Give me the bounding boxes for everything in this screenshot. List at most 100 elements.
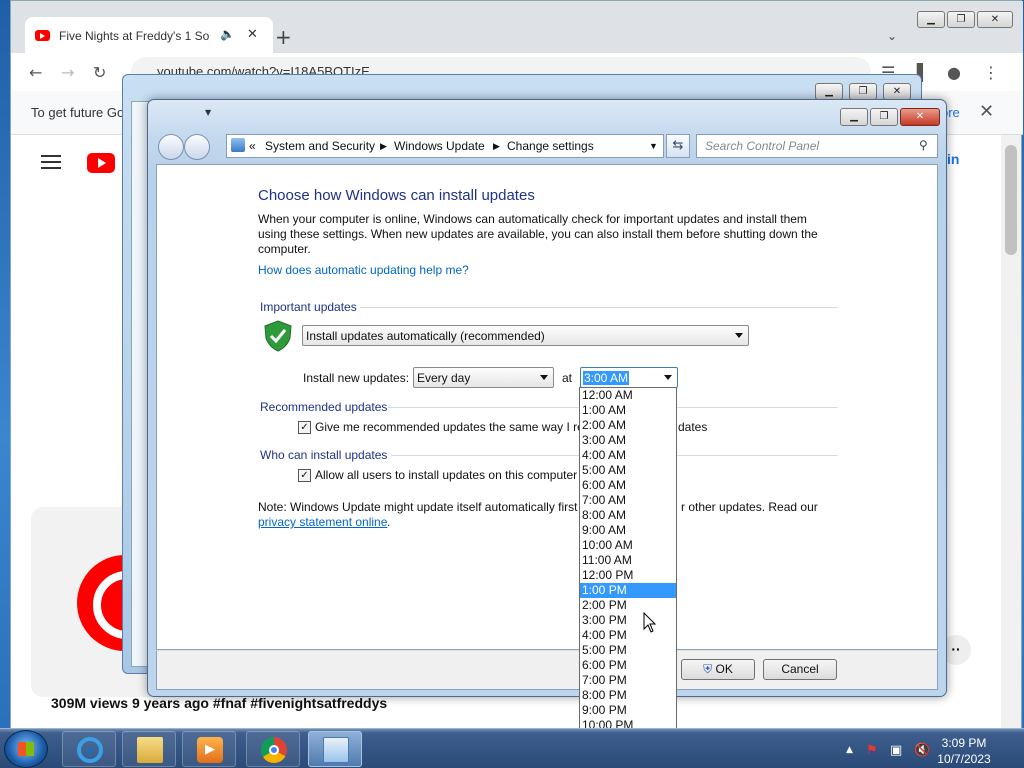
clock-date: 10/7/2023 [937, 752, 991, 766]
system-tray: ▲ ⚑ ▣ 🔇 3:09 PM 10/7/2023 [842, 733, 1022, 767]
page-scrollbar[interactable] [1001, 135, 1021, 729]
divider [360, 307, 838, 308]
video-meta: 309M views 9 years ago #fnaf #fivenights… [51, 695, 388, 711]
minimize-icon[interactable]: ▁ [815, 83, 843, 100]
sign-in-button[interactable]: in [947, 151, 959, 167]
browser-tab[interactable]: Five Nights at Freddy's 1 Sor 🔈 ✕ [25, 17, 273, 53]
time-option[interactable]: 9:00 AM [580, 523, 676, 538]
breadcrumb-separator-icon[interactable]: ▶ [380, 141, 387, 152]
time-option[interactable]: 3:00 AM [580, 433, 676, 448]
profile-icon[interactable]: ● [947, 63, 961, 82]
tab-search-icon[interactable]: ⌄ [887, 29, 897, 43]
time-option[interactable]: 8:00 AM [580, 508, 676, 523]
breadcrumb-change-settings[interactable]: Change settings [507, 139, 594, 153]
folder-icon [137, 737, 163, 763]
info-bar-text: To get future Go [31, 105, 125, 120]
allow-all-users-label: Allow all users to install updates on th… [315, 468, 578, 482]
taskbar: e ▶ ▲ ⚑ ▣ 🔇 3:09 PM 10/7/2023 [0, 728, 1024, 768]
youtube-logo-icon[interactable] [87, 153, 115, 173]
help-link[interactable]: How does automatic updating help me? [258, 263, 469, 277]
mouse-cursor-icon [643, 612, 657, 633]
time-option[interactable]: 1:00 PM [580, 583, 676, 598]
show-hidden-icons-icon[interactable]: ▲ [846, 745, 853, 755]
close-icon[interactable]: ✕ [977, 11, 1013, 28]
close-tab-icon[interactable]: ✕ [247, 26, 258, 42]
time-option[interactable]: 10:00 AM [580, 538, 676, 553]
install-new-updates-label: Install new updates: [303, 371, 410, 385]
time-option[interactable]: 7:00 AM [580, 493, 676, 508]
privacy-link[interactable]: privacy statement online [258, 515, 387, 529]
minimize-icon[interactable]: ▁ [840, 108, 868, 126]
close-icon[interactable]: ✕ [883, 83, 911, 100]
time-option[interactable]: 2:00 AM [580, 418, 676, 433]
back-icon[interactable] [158, 134, 184, 160]
time-option[interactable]: 1:00 AM [580, 403, 676, 418]
forward-icon[interactable] [184, 134, 210, 160]
time-dropdown[interactable]: 3:00 AM [580, 367, 678, 388]
important-updates-dropdown[interactable]: Install updates automatically (recommend… [302, 325, 749, 346]
ok-button[interactable]: ⛨ OK [681, 659, 755, 680]
time-option[interactable]: 6:00 PM [580, 658, 676, 673]
day-dropdown[interactable]: Every day [413, 367, 554, 388]
minimize-icon[interactable]: ▁ [917, 11, 945, 28]
time-option[interactable]: 7:00 PM [580, 673, 676, 688]
time-option[interactable]: 11:00 AM [580, 553, 676, 568]
recent-pages-icon[interactable]: ▼ [205, 108, 211, 117]
breadcrumb-prefix: « [249, 139, 256, 153]
time-option[interactable]: 12:00 PM [580, 568, 676, 583]
recommended-checkbox[interactable]: ✓ [298, 421, 311, 434]
forward-icon[interactable]: → [61, 63, 74, 82]
time-option[interactable]: 5:00 AM [580, 463, 676, 478]
time-option[interactable]: 3:00 PM [580, 613, 676, 628]
address-dropdown-icon[interactable]: ▼ [649, 141, 658, 151]
close-icon[interactable]: ✕ [900, 108, 940, 126]
media-player-icon: ▶ [197, 737, 223, 763]
refresh-icon[interactable]: ⇆ [666, 134, 690, 158]
menu-icon[interactable]: ⋮ [983, 63, 999, 82]
time-option[interactable]: 4:00 AM [580, 448, 676, 463]
important-updates-value: Install updates automatically (recommend… [306, 329, 545, 343]
time-option[interactable]: 12:00 AM [580, 388, 676, 403]
scroll-thumb[interactable] [1005, 145, 1017, 255]
intro-text: When your computer is online, Windows ca… [258, 212, 818, 256]
time-option[interactable]: 8:00 PM [580, 688, 676, 703]
tab-strip: Five Nights at Freddy's 1 Sor 🔈 ✕ + ⌄ ▁ … [11, 1, 1023, 53]
hamburger-menu-icon[interactable] [41, 155, 61, 169]
restore-icon[interactable]: ❐ [947, 11, 975, 28]
breadcrumb-windows-update[interactable]: Windows Update [394, 139, 485, 153]
restore-icon[interactable]: ❐ [870, 108, 898, 126]
allow-all-users-checkbox[interactable]: ✓ [298, 469, 311, 482]
taskbar-chrome[interactable] [246, 731, 300, 767]
divider [388, 407, 581, 408]
speaker-icon[interactable]: 🔈 [220, 27, 235, 41]
taskbar-file-explorer[interactable] [122, 731, 176, 767]
restore-icon[interactable]: ❐ [849, 83, 877, 100]
search-icon[interactable]: ⚲ [919, 138, 928, 152]
time-option[interactable]: 9:00 PM [580, 703, 676, 718]
address-bar[interactable]: « System and Security ▶ Windows Update ▶… [226, 134, 664, 158]
divider [391, 455, 581, 456]
network-icon[interactable]: ▣ [890, 743, 902, 758]
reload-icon[interactable]: ↻ [93, 63, 106, 82]
time-option[interactable]: 6:00 AM [580, 478, 676, 493]
start-button[interactable] [4, 730, 48, 768]
new-tab-icon[interactable]: + [275, 25, 292, 49]
action-center-icon[interactable]: ⚑ [866, 743, 878, 758]
taskbar-internet-explorer[interactable]: e [62, 731, 116, 767]
info-bar-close-icon[interactable]: ✕ [979, 101, 994, 122]
taskbar-control-panel[interactable] [308, 731, 362, 767]
breadcrumb-system-security[interactable]: System and Security [265, 139, 375, 153]
clock[interactable]: 3:09 PM 10/7/2023 [924, 735, 1004, 767]
cancel-button[interactable]: Cancel [763, 659, 837, 680]
taskbar-media-player[interactable]: ▶ [182, 731, 236, 767]
chrome-center-icon [269, 745, 279, 755]
time-option[interactable]: 4:00 PM [580, 628, 676, 643]
time-option[interactable]: 2:00 PM [580, 598, 676, 613]
search-input[interactable]: Search Control Panel ⚲ [696, 134, 938, 158]
tab-title: Five Nights at Freddy's 1 Sor [59, 29, 209, 43]
recommended-checkbox-label: Give me recommended updates the same way… [315, 420, 590, 434]
time-option[interactable]: 5:00 PM [580, 643, 676, 658]
time-options-list[interactable]: 12:00 AM 1:00 AM 2:00 AM 3:00 AM 4:00 AM 5:00… [579, 387, 677, 751]
breadcrumb-separator-icon[interactable]: ▶ [493, 141, 500, 152]
back-icon[interactable]: ← [29, 63, 42, 82]
